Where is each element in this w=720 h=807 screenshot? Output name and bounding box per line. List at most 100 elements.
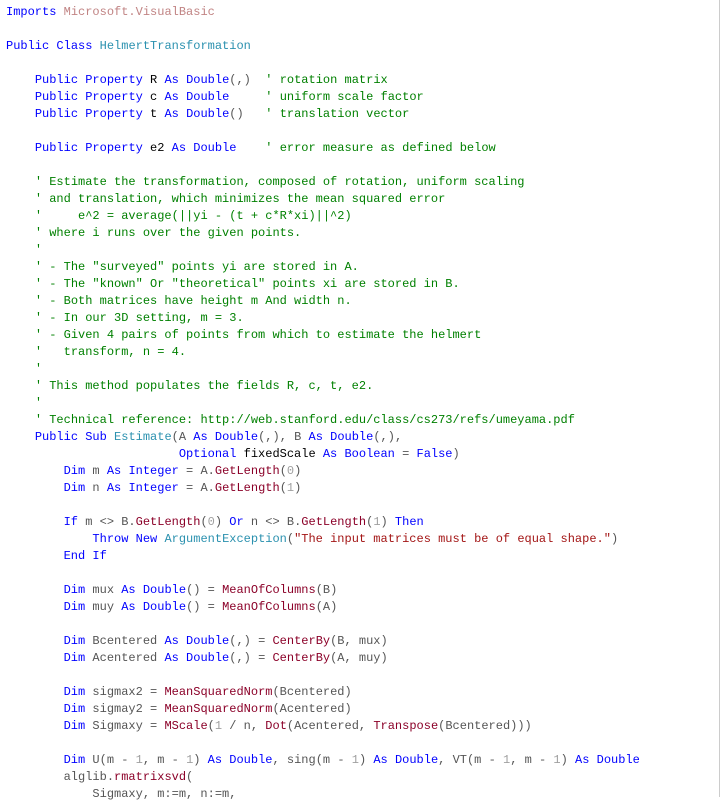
kw-dim: Dim: [64, 583, 86, 597]
comment: ' translation vector: [265, 107, 409, 121]
num: 1: [352, 753, 359, 767]
kw-property: Property: [85, 73, 143, 87]
var-sigmay2: sigmay2: [92, 702, 142, 716]
prop-e2: e2: [150, 141, 164, 155]
suffix: (,): [373, 430, 395, 444]
string-literal: "The input matrices must be of equal sha…: [294, 532, 611, 546]
fn-meanofcolumns: MeanOfColumns: [222, 600, 316, 614]
svd-args-line: Sigmaxy, m:=m, n:=m,: [6, 787, 236, 801]
op-neq: <>: [100, 515, 114, 529]
type-double: Double: [186, 73, 229, 87]
var-sing: sing: [287, 753, 316, 767]
kw-dim: Dim: [64, 481, 86, 495]
fn-dot: Dot: [265, 719, 287, 733]
kw-false: False: [417, 447, 453, 461]
var-vt: VT: [453, 753, 467, 767]
var-sigmaxy: Sigmaxy: [92, 719, 142, 733]
fn-mscale: MScale: [164, 719, 207, 733]
kw-dim: Dim: [64, 600, 86, 614]
kw-as: As: [373, 753, 387, 767]
fn-msn: MeanSquaredNorm: [164, 702, 272, 716]
type-integer: Integer: [128, 481, 178, 495]
comment: ' uniform scale factor: [265, 90, 423, 104]
kw-as: As: [107, 464, 121, 478]
comment: ' rotation matrix: [265, 73, 387, 87]
fn-getlength: GetLength: [136, 515, 201, 529]
type-boolean: Boolean: [344, 447, 394, 461]
type-argex: ArgumentException: [164, 532, 286, 546]
fn-getlength: GetLength: [301, 515, 366, 529]
op-neq: <>: [265, 515, 279, 529]
fn-getlength: GetLength: [215, 464, 280, 478]
kw-throw: Throw: [92, 532, 128, 546]
comment: ' and translation, which minimizes the m…: [35, 192, 445, 206]
fn-getlength: GetLength: [215, 481, 280, 495]
kw-sub: Sub: [85, 430, 107, 444]
kw-then: Then: [395, 515, 424, 529]
suffix: (): [229, 107, 243, 121]
kw-dim: Dim: [64, 464, 86, 478]
kw-as: As: [121, 600, 135, 614]
var-acentered: Acentered: [92, 651, 157, 665]
type-double: Double: [395, 753, 438, 767]
comment: ' error measure as defined below: [265, 141, 495, 155]
kw-new: New: [136, 532, 158, 546]
kw-dim: Dim: [64, 702, 86, 716]
type-double: Double: [143, 600, 186, 614]
kw-if: If: [64, 515, 78, 529]
type-double: Double: [143, 583, 186, 597]
type-double: Double: [330, 430, 373, 444]
param-b: B: [294, 430, 301, 444]
kw-class: Class: [56, 39, 92, 53]
kw-dim: Dim: [64, 685, 86, 699]
comment: ' e^2 = average(||yi - (t + c*R*xi)||^2): [35, 209, 352, 223]
code-block: Imports Microsoft.VisualBasic Public Cla…: [0, 0, 719, 807]
num: 0: [287, 464, 294, 478]
kw-public: Public: [35, 430, 78, 444]
param-a: A: [179, 430, 186, 444]
kw-as: As: [172, 141, 186, 155]
comment: ': [35, 396, 42, 410]
num: 0: [208, 515, 215, 529]
sub-name: Estimate: [114, 430, 172, 444]
kw-public: Public: [6, 39, 49, 53]
kw-dim: Dim: [64, 651, 86, 665]
param-fixedscale: fixedScale: [244, 447, 316, 461]
num: 1: [287, 481, 294, 495]
fn-centerby: CenterBy: [272, 634, 330, 648]
kw-imports: Imports: [6, 5, 56, 19]
kw-as: As: [164, 90, 178, 104]
kw-public: Public: [35, 107, 78, 121]
kw-as: As: [121, 583, 135, 597]
kw-as: As: [309, 430, 323, 444]
fn-centerby: CenterBy: [272, 651, 330, 665]
var-bcentered: Bcentered: [92, 634, 157, 648]
prop-t: t: [150, 107, 157, 121]
kw-optional: Optional: [179, 447, 237, 461]
kw-as: As: [575, 753, 589, 767]
var-sigmax2: sigmax2: [92, 685, 142, 699]
type-double: Double: [193, 141, 236, 155]
var-u: U: [92, 753, 99, 767]
fn-transpose: Transpose: [373, 719, 438, 733]
comment: ' This method populates the fields R, c,…: [35, 379, 373, 393]
class-name: HelmertTransformation: [100, 39, 251, 53]
fn-msn: MeanSquaredNorm: [164, 685, 272, 699]
kw-as: As: [164, 107, 178, 121]
kw-dim: Dim: [64, 634, 86, 648]
comment: ' - The "known" Or "theoretical" points …: [35, 277, 460, 291]
kw-as: As: [164, 634, 178, 648]
var-n: n: [92, 481, 99, 495]
comment: ' Technical reference: http://web.stanfo…: [35, 413, 575, 427]
var-mux: mux: [92, 583, 114, 597]
kw-as: As: [193, 430, 207, 444]
kw-property: Property: [85, 107, 143, 121]
kw-property: Property: [85, 141, 143, 155]
num: 1: [503, 753, 510, 767]
comment: ' Estimate the transformation, composed …: [35, 175, 525, 189]
kw-property: Property: [85, 90, 143, 104]
kw-dim: Dim: [64, 719, 86, 733]
kw-as: As: [323, 447, 337, 461]
kw-as: As: [208, 753, 222, 767]
kw-as: As: [107, 481, 121, 495]
